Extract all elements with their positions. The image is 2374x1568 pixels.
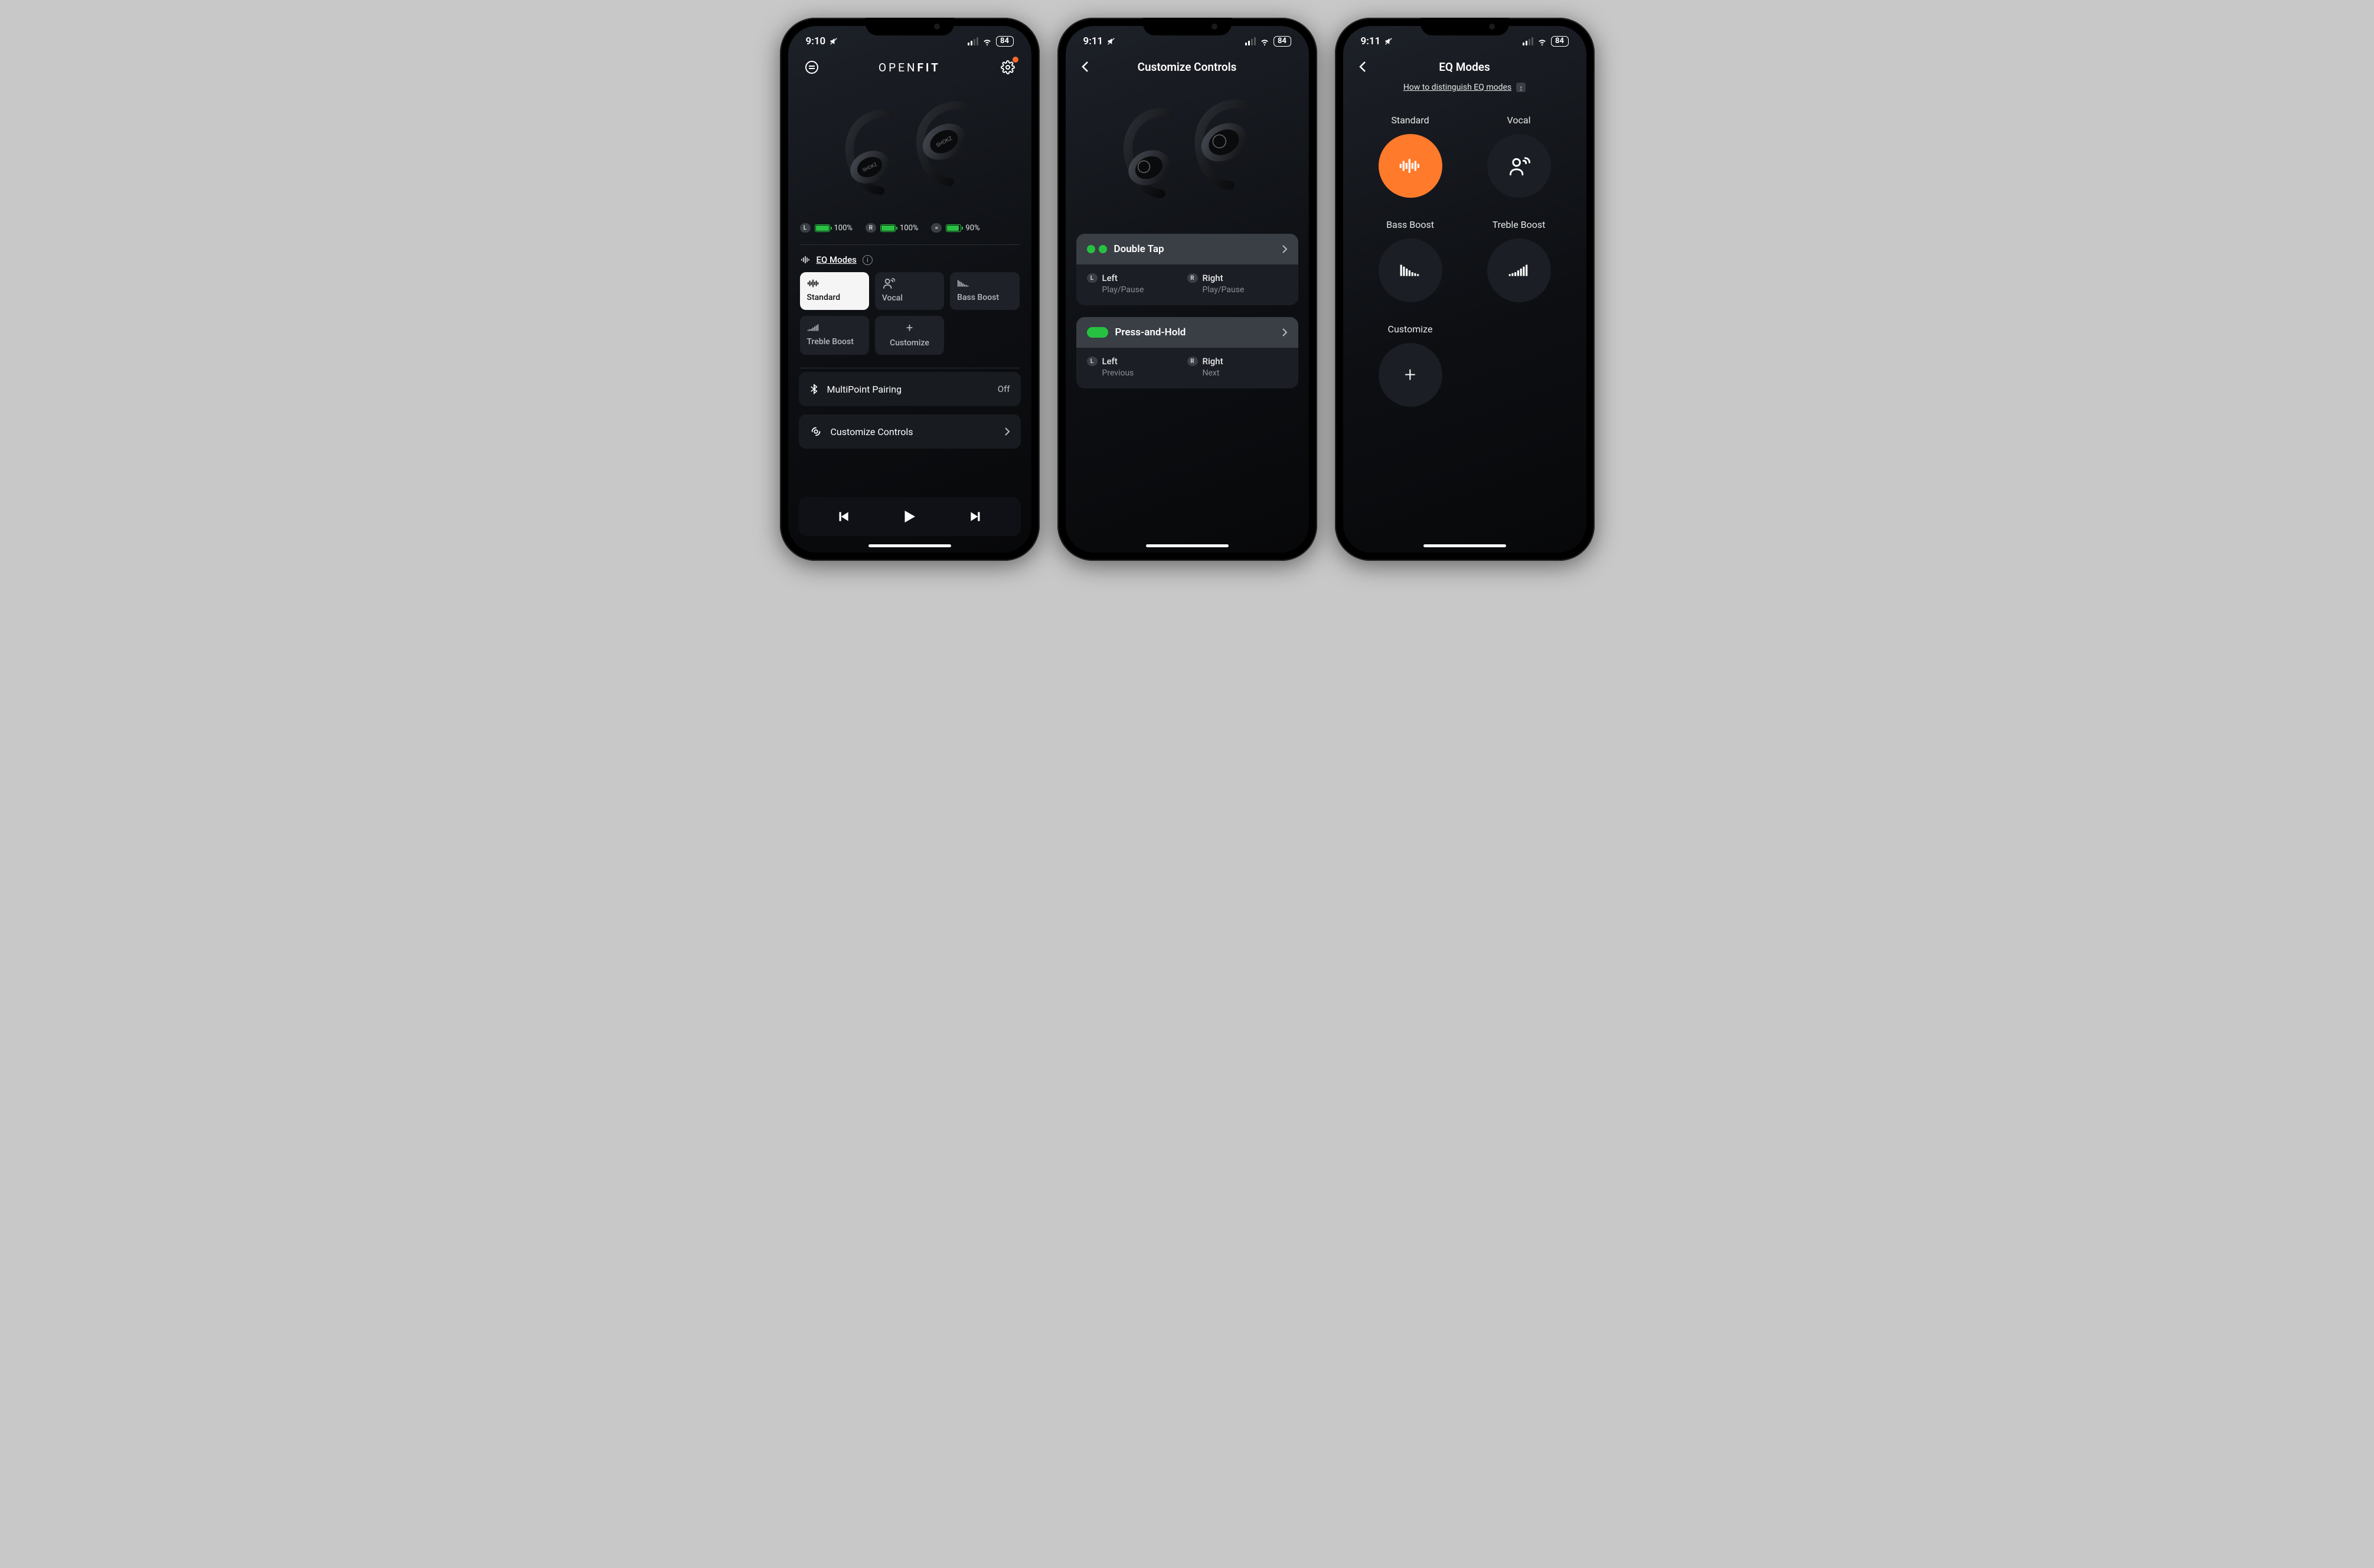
waveform-icon xyxy=(807,279,820,288)
status-battery: 84 xyxy=(996,36,1014,47)
screen-home: 9:10 84 OPENFIT xyxy=(788,26,1031,553)
status-time: 9:11 xyxy=(1083,35,1103,47)
double-tap-panel: Double Tap LLeft Play/Pause RRight Play/… xyxy=(1076,234,1298,305)
eq-full-treble[interactable]: Treble Boost xyxy=(1479,219,1559,302)
play-button[interactable] xyxy=(900,508,918,525)
app-header: OPENFIT xyxy=(788,51,1031,81)
multipoint-value: Off xyxy=(998,384,1010,394)
equalizer-icon xyxy=(800,254,811,265)
double-tap-right: RRight Play/Pause xyxy=(1187,273,1288,295)
home-indicator[interactable] xyxy=(1146,544,1229,547)
multipoint-label: MultiPoint Pairing xyxy=(827,384,990,395)
product-title: OPENFIT xyxy=(821,61,998,74)
media-controls xyxy=(799,497,1021,536)
product-image xyxy=(1066,80,1309,234)
cellular-icon xyxy=(1245,37,1256,45)
touch-icon xyxy=(809,425,822,438)
settings-button[interactable] xyxy=(998,58,1017,77)
treble-icon xyxy=(1508,262,1530,279)
status-battery: 84 xyxy=(1273,36,1291,47)
press-hold-header[interactable]: Press-and-Hold xyxy=(1076,317,1298,348)
phone-frame-1: 9:10 84 OPENFIT xyxy=(780,18,1040,561)
chevron-right-icon xyxy=(1282,244,1288,254)
next-track-button[interactable] xyxy=(968,509,984,524)
waveform-icon xyxy=(1399,157,1422,175)
status-time: 9:10 xyxy=(806,35,826,47)
page-title: Customize Controls xyxy=(1076,60,1298,74)
notch xyxy=(866,18,954,35)
notch xyxy=(1143,18,1232,35)
press-hold-panel: Press-and-Hold LLeft Previous RRight Nex… xyxy=(1076,317,1298,388)
eq-full-standard[interactable]: Standard xyxy=(1370,115,1451,198)
press-hold-indicator-icon xyxy=(1087,327,1108,338)
eq-option-treble[interactable]: Treble Boost xyxy=(800,316,869,355)
eq-option-customize[interactable]: + Customize xyxy=(875,316,944,355)
screen-controls: 9:11 84 Customize Controls xyxy=(1066,26,1309,553)
bluetooth-icon xyxy=(809,383,819,396)
wifi-icon xyxy=(1259,36,1270,47)
settings-badge xyxy=(1013,57,1018,63)
info-icon[interactable]: i xyxy=(863,255,873,265)
mute-icon xyxy=(829,37,838,46)
customize-controls-row[interactable]: Customize Controls xyxy=(799,414,1021,449)
page-title: EQ Modes xyxy=(1354,60,1576,74)
plus-icon: + xyxy=(1405,363,1416,387)
press-hold-left: LLeft Previous xyxy=(1087,356,1187,378)
mute-icon xyxy=(1106,37,1116,46)
bass-icon xyxy=(1399,262,1422,279)
phone-frame-3: 9:11 84 EQ Modes How to distinguish EQ m… xyxy=(1335,18,1595,561)
chevron-right-icon xyxy=(1282,328,1288,337)
eq-full-vocal[interactable]: Vocal xyxy=(1479,115,1559,198)
eq-full-bass[interactable]: Bass Boost xyxy=(1370,219,1451,302)
bass-icon xyxy=(957,279,970,288)
eq-option-bass[interactable]: Bass Boost xyxy=(950,272,1019,310)
prev-track-button[interactable] xyxy=(835,509,851,524)
home-indicator[interactable] xyxy=(868,544,951,547)
press-hold-right: RRight Next xyxy=(1187,356,1288,378)
chevron-right-icon xyxy=(1004,427,1010,436)
treble-icon xyxy=(807,323,820,332)
chevron-right-icon: › xyxy=(1516,83,1526,92)
multipoint-row[interactable]: MultiPoint Pairing Off xyxy=(799,372,1021,406)
eq-option-standard[interactable]: Standard xyxy=(800,272,869,310)
customize-controls-label: Customize Controls xyxy=(831,426,996,437)
product-image: SHOKZ SHOKZ xyxy=(788,81,1031,223)
plus-icon: + xyxy=(906,322,913,334)
double-tap-indicator-icon xyxy=(1087,245,1107,253)
home-indicator[interactable] xyxy=(1423,544,1506,547)
double-tap-left: LLeft Play/Pause xyxy=(1087,273,1187,295)
status-time: 9:11 xyxy=(1361,35,1381,47)
wifi-icon xyxy=(982,36,992,47)
cellular-icon xyxy=(968,37,978,45)
vocal-icon xyxy=(882,278,895,289)
left-bud-battery: L 100% xyxy=(800,223,853,233)
right-bud-battery: R 100% xyxy=(866,223,918,233)
eq-full-customize[interactable]: Customize + xyxy=(1370,324,1451,407)
cellular-icon xyxy=(1523,37,1533,45)
screen-eq-modes: 9:11 84 EQ Modes How to distinguish EQ m… xyxy=(1343,26,1586,553)
eq-helper-link[interactable]: How to distinguish EQ modes › xyxy=(1343,80,1586,109)
battery-row: L 100% R 100% = 90% xyxy=(788,223,1031,241)
divider xyxy=(800,244,1020,245)
eq-option-vocal[interactable]: Vocal xyxy=(875,272,944,310)
double-tap-header[interactable]: Double Tap xyxy=(1076,234,1298,264)
eq-modes-heading[interactable]: EQ Modes i xyxy=(788,249,1031,272)
mute-icon xyxy=(1384,37,1393,46)
status-battery: 84 xyxy=(1551,36,1569,47)
wifi-icon xyxy=(1537,36,1547,47)
notch xyxy=(1421,18,1509,35)
menu-button[interactable] xyxy=(802,58,821,77)
phone-frame-2: 9:11 84 Customize Controls xyxy=(1057,18,1317,561)
vocal-icon xyxy=(1508,156,1530,176)
case-battery: = 90% xyxy=(931,223,979,233)
